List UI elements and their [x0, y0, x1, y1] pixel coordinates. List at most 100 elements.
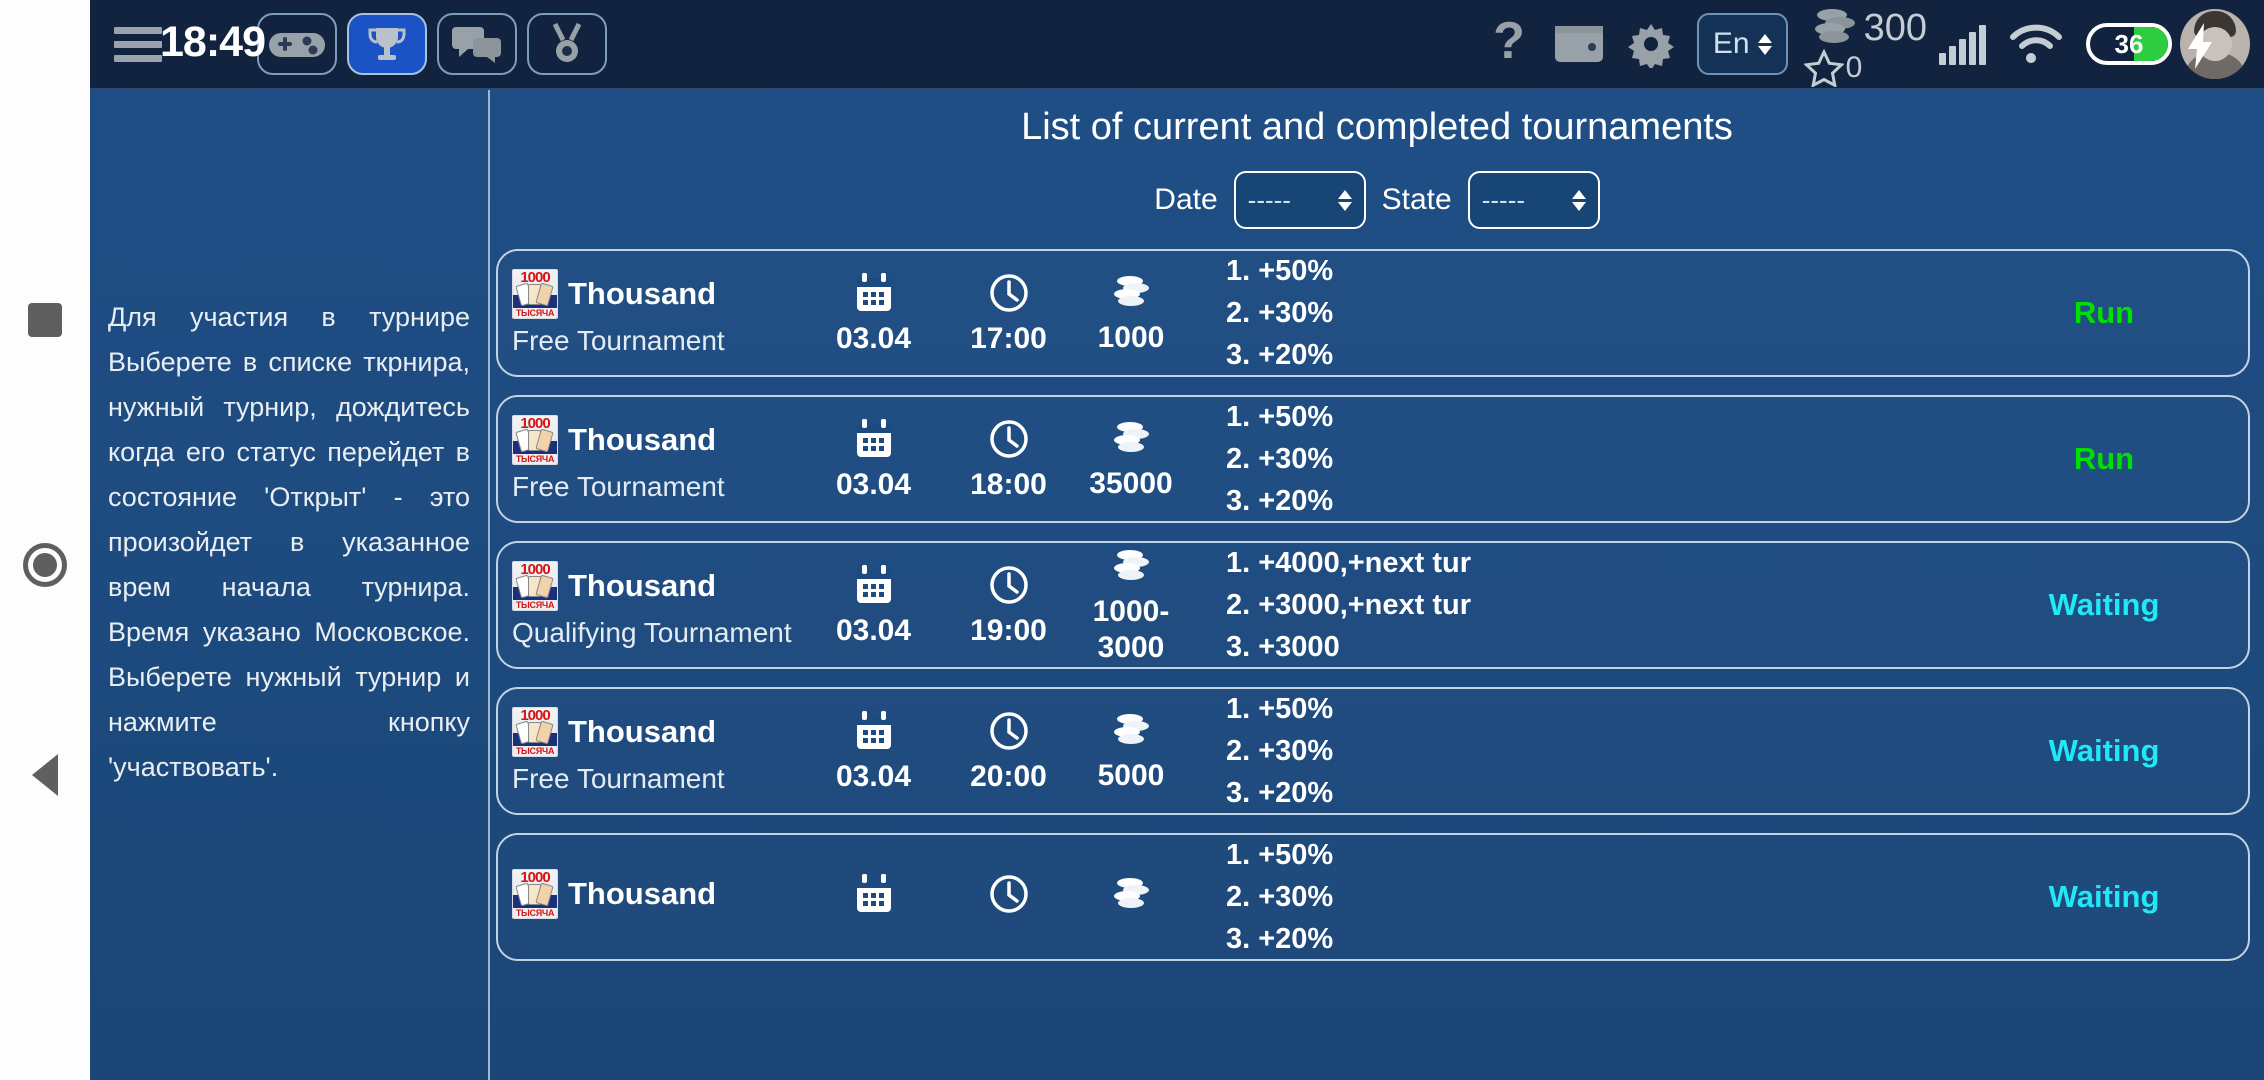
battery-value: 36 [2114, 28, 2144, 59]
calendar-icon [856, 711, 891, 749]
tournament-time: 17:00 [970, 322, 1047, 355]
thousand-game-logo-icon: 1000 ТЫСЯЧА [512, 415, 558, 465]
content-area: Для участия в турнире Выберете в списке … [90, 90, 2264, 1080]
tournament-status[interactable]: Run [1974, 295, 2234, 331]
tournament-row-1[interactable]: 1000 ТЫСЯЧА Thousand Free Tournament 03.… [496, 249, 2250, 377]
tournament-row-3[interactable]: 1000 ТЫСЯЧА Thousand Qualifying Tourname… [496, 541, 2250, 669]
screen-root: 18:49 ? En 300 0 36 Для участия в турнир… [0, 0, 2264, 1080]
tournament-status[interactable]: Waiting [1974, 879, 2234, 915]
tournament-date-cell: 03.04 [806, 708, 941, 794]
tournament-game-name: Thousand [568, 276, 717, 311]
chevron-updown-icon [1337, 189, 1352, 211]
date-filter-value: ----- [1247, 184, 1291, 215]
tournament-game-name: Thousand [568, 422, 717, 457]
coins-indicator: 300 0 [1803, 5, 1927, 87]
tournament-date-cell [806, 871, 941, 923]
coins-value: 300 [1863, 7, 1927, 49]
state-filter-select[interactable]: ----- [1467, 171, 1600, 229]
thousand-game-logo-icon: 1000 ТЫСЯЧА [512, 269, 558, 319]
stars-indicator: 0 [1803, 49, 1862, 87]
language-selector[interactable]: En [1696, 13, 1788, 75]
tournament-row-4[interactable]: 1000 ТЫСЯЧА Thousand Free Tournament 03.… [496, 687, 2250, 815]
prize-place-1: 1. +50% [1226, 693, 1334, 725]
top-bar: 18:49 ? En 300 0 36 [90, 0, 2264, 90]
back-button[interactable] [0, 740, 90, 810]
status-clock: 18:49 [160, 17, 266, 66]
medal-icon [552, 22, 582, 62]
tournament-row-5[interactable]: 1000 ТЫСЯЧА Thousand 1. +50% 2. +30% 3. … [496, 833, 2250, 961]
tournament-buyin: 1000 [1097, 321, 1165, 354]
calendar-icon [856, 273, 891, 311]
tournament-prizes-cell: 1. +50% 2. +30% 3. +20% [1186, 250, 1974, 376]
prize-place-3: 3. +20% [1226, 485, 1334, 517]
tournament-name-cell: 1000 ТЫСЯЧА Thousand Free Tournament [506, 269, 806, 357]
trophy-icon [368, 28, 406, 60]
clock-icon [989, 566, 1028, 604]
prize-place-2: 2. +3000,+next tur [1226, 589, 1472, 621]
prize-place-3: 3. +3000 [1226, 631, 1340, 663]
tournaments-panel: List of current and completed tournament… [490, 90, 2264, 1080]
tournament-prizes-cell: 1. +4000,+next tur 2. +3000,+next tur 3.… [1186, 542, 1974, 668]
tournament-buyin: 35000 [1089, 467, 1173, 500]
tournament-type: Free Tournament [512, 471, 725, 502]
tournament-help-text: Для участия в турнире Выберете в списке … [108, 302, 470, 782]
settings-button[interactable] [1627, 20, 1675, 68]
tournament-date-cell: 03.04 [806, 270, 941, 356]
prize-place-2: 2. +30% [1226, 297, 1334, 329]
tournament-buyin: 1000-3000 [1092, 595, 1170, 664]
page-title: List of current and completed tournament… [1021, 106, 1733, 148]
battery-indicator: 36 [2086, 23, 2172, 65]
tab-tournaments[interactable] [346, 13, 427, 75]
tournament-time-cell [941, 871, 1076, 923]
question-mark-icon: ? [1493, 16, 1525, 70]
tournament-status[interactable]: Waiting [1974, 733, 2234, 769]
tournament-status[interactable]: Run [1974, 441, 2234, 477]
android-nav-rail [0, 0, 90, 1080]
prize-place-1: 1. +50% [1226, 401, 1334, 433]
tournament-type: Free Tournament [512, 763, 725, 794]
gamepad-icon [268, 33, 325, 57]
topbar-left-cluster: 18:49 [90, 0, 607, 88]
tournament-game-name: Thousand [568, 714, 717, 749]
thousand-game-logo-icon: 1000 ТЫСЯЧА [512, 561, 558, 611]
tournament-date: 03.04 [835, 614, 912, 647]
prize-place-1: 1. +50% [1226, 255, 1334, 287]
tournament-name-cell: 1000 ТЫСЯЧА Thousand [506, 869, 806, 925]
tournament-status[interactable]: Waiting [1974, 587, 2234, 623]
help-button[interactable]: ? [1487, 16, 1531, 72]
square-icon [28, 303, 62, 337]
tournament-time-cell: 18:00 [941, 416, 1076, 502]
tournament-name-cell: 1000 ТЫСЯЧА Thousand Free Tournament [506, 415, 806, 503]
tournament-type: Free Tournament [512, 325, 725, 356]
tournament-date-cell: 03.04 [806, 562, 941, 648]
tournament-game-name: Thousand [568, 876, 717, 911]
tournament-prizes-cell: 1. +50% 2. +30% 3. +20% [1186, 834, 1974, 960]
tournament-buyin-cell: 1000 [1076, 270, 1186, 356]
home-button[interactable] [0, 530, 90, 600]
hamburger-menu-icon[interactable] [114, 26, 162, 62]
wallet-button[interactable] [1553, 22, 1605, 66]
tournament-time: 20:00 [970, 760, 1047, 793]
tournament-list: 1000 ТЫСЯЧА Thousand Free Tournament 03.… [490, 249, 2264, 961]
clock-icon [989, 420, 1028, 458]
tournament-row-2[interactable]: 1000 ТЫСЯЧА Thousand Free Tournament 03.… [496, 395, 2250, 523]
star-icon [1803, 49, 1844, 87]
filter-bar: Date ----- State ----- [490, 171, 2264, 229]
tab-chat[interactable] [436, 13, 517, 75]
lightning-bolt-icon [2188, 23, 2212, 69]
coins-stack-icon [1114, 550, 1149, 580]
signal-bars-icon [1939, 23, 1986, 65]
language-value: En [1712, 27, 1750, 60]
left-info-panel: Для участия в турнире Выберете в списке … [90, 90, 490, 1080]
prize-place-2: 2. +30% [1226, 881, 1334, 913]
user-avatar[interactable] [2180, 9, 2250, 79]
prize-place-3: 3. +20% [1226, 923, 1334, 955]
tab-awards[interactable] [526, 13, 607, 75]
coins-stack-icon [1814, 9, 1855, 43]
prize-place-2: 2. +30% [1226, 443, 1334, 475]
date-filter-select[interactable]: ----- [1233, 171, 1366, 229]
tab-games[interactable] [256, 13, 337, 75]
tournament-date: 03.04 [835, 468, 912, 501]
recent-apps-button[interactable] [0, 290, 90, 350]
date-filter-label: Date [1154, 183, 1218, 216]
